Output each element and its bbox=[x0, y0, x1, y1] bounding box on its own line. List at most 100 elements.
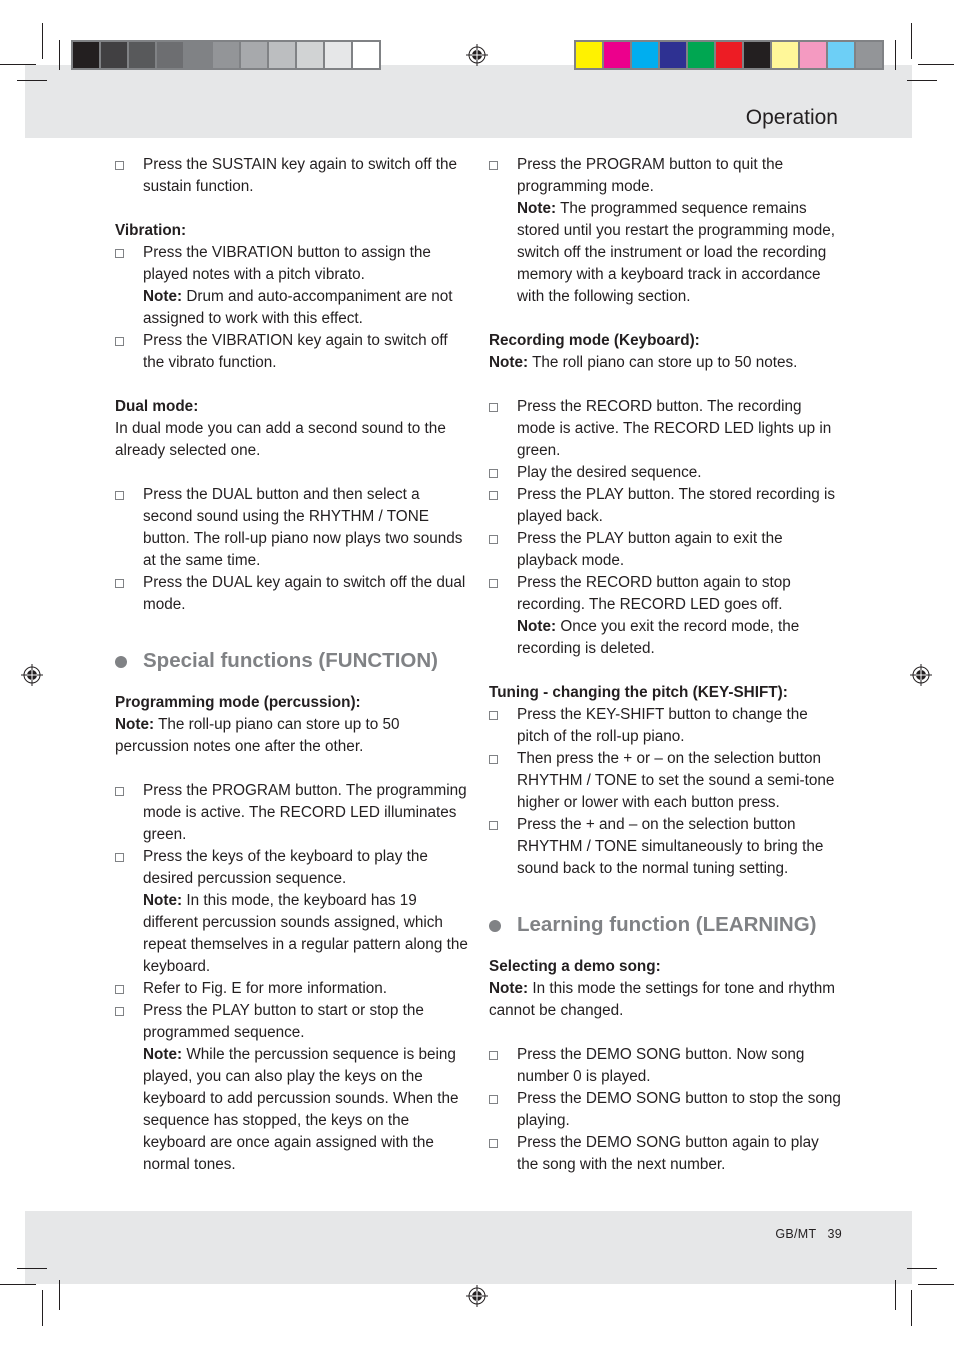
right-column: Press the PROGRAM button to quit the pro… bbox=[489, 154, 844, 1176]
registration-mark-icon bbox=[466, 44, 488, 66]
color-swatch bbox=[800, 42, 826, 68]
color-swatch bbox=[129, 42, 155, 68]
list-item: Play the desired sequence. bbox=[489, 462, 844, 484]
list-item: Press the PLAY button to start or stop t… bbox=[115, 1000, 470, 1176]
color-swatch bbox=[353, 42, 379, 68]
color-swatch bbox=[241, 42, 267, 68]
color-swatch bbox=[73, 42, 99, 68]
subheading-tuning: Tuning - changing the pitch (KEY-SHIFT): bbox=[489, 684, 788, 701]
color-swatch bbox=[744, 42, 770, 68]
checkbox-bullet-icon bbox=[115, 161, 124, 170]
color-swatch bbox=[269, 42, 295, 68]
list-item: Press the DEMO SONG button to stop the s… bbox=[489, 1088, 844, 1132]
list-item: Press the DUAL key again to switch off t… bbox=[115, 572, 470, 616]
crop-mark bbox=[42, 23, 43, 59]
color-swatch bbox=[185, 42, 211, 68]
checkbox-bullet-icon bbox=[115, 337, 124, 346]
registration-mark-icon bbox=[466, 1285, 488, 1307]
color-swatch bbox=[856, 42, 882, 68]
color-swatch bbox=[632, 42, 658, 68]
list-item: Press the PROGRAM button to quit the pro… bbox=[489, 154, 844, 308]
note-paragraph: Note: The roll-up piano can store up to … bbox=[115, 716, 400, 755]
crop-mark bbox=[59, 40, 60, 70]
list-item: Press the PLAY button. The stored record… bbox=[489, 484, 844, 528]
list-item: Press the PROGRAM button. The programmin… bbox=[115, 780, 470, 846]
crop-mark bbox=[17, 80, 47, 81]
list-item: Press the DEMO SONG button again to play… bbox=[489, 1132, 844, 1176]
color-swatch bbox=[157, 42, 183, 68]
crop-mark bbox=[17, 1268, 47, 1269]
crop-mark bbox=[907, 1268, 937, 1269]
registration-mark-icon bbox=[910, 664, 932, 686]
crop-mark bbox=[42, 1290, 43, 1326]
color-swatch bbox=[325, 42, 351, 68]
color-swatch bbox=[213, 42, 239, 68]
dual-intro: In dual mode you can add a second sound … bbox=[115, 420, 446, 459]
checkbox-bullet-icon bbox=[489, 1051, 498, 1060]
checkbox-bullet-icon bbox=[115, 985, 124, 994]
color-swatch bbox=[660, 42, 686, 68]
checkbox-bullet-icon bbox=[489, 579, 498, 588]
crop-mark bbox=[918, 1284, 954, 1285]
checkbox-bullet-icon bbox=[115, 1007, 124, 1016]
section-heading-learning-function: Learning function (LEARNING) bbox=[489, 912, 844, 938]
subheading-vibration: Vibration: bbox=[115, 222, 187, 239]
crop-mark bbox=[911, 1290, 912, 1326]
left-column: Press the SUSTAIN key again to switch of… bbox=[115, 154, 470, 1176]
color-swatch bbox=[604, 42, 630, 68]
checkbox-bullet-icon bbox=[115, 853, 124, 862]
crop-mark bbox=[0, 64, 36, 65]
footer-band bbox=[25, 1211, 912, 1284]
list-item: Press the + and – on the selection butto… bbox=[489, 814, 844, 880]
page-title: Operation bbox=[745, 106, 838, 129]
list-item: Press the DEMO SONG button. Now song num… bbox=[489, 1044, 844, 1088]
subheading-recording-mode: Recording mode (Keyboard): bbox=[489, 332, 700, 349]
checkbox-bullet-icon bbox=[489, 491, 498, 500]
checkbox-bullet-icon bbox=[489, 403, 498, 412]
subheading-dual-mode: Dual mode: bbox=[115, 398, 199, 415]
crop-mark bbox=[911, 23, 912, 59]
color-swatch bbox=[101, 42, 127, 68]
crop-mark bbox=[59, 1280, 60, 1310]
note-paragraph: Note: The roll piano can store up to 50 … bbox=[489, 354, 798, 371]
crop-mark bbox=[918, 64, 954, 65]
color-swatch bbox=[576, 42, 602, 68]
subheading-programming-mode: Programming mode (percussion): bbox=[115, 694, 361, 711]
crop-mark bbox=[907, 80, 937, 81]
list-item: Press the PLAY button again to exit the … bbox=[489, 528, 844, 572]
checkbox-bullet-icon bbox=[115, 491, 124, 500]
list-item: Press the RECORD button. The recording m… bbox=[489, 396, 844, 462]
registration-mark-icon bbox=[21, 664, 43, 686]
checkbox-bullet-icon bbox=[489, 755, 498, 764]
checkbox-bullet-icon bbox=[489, 535, 498, 544]
color-swatch bbox=[688, 42, 714, 68]
note-paragraph: Note: In this mode the settings for tone… bbox=[489, 980, 836, 1019]
checkbox-bullet-icon bbox=[489, 711, 498, 720]
list-item: Press the VIBRATION button to assign the… bbox=[115, 242, 470, 330]
color-swatch bbox=[828, 42, 854, 68]
crop-mark bbox=[895, 1280, 896, 1310]
checkbox-bullet-icon bbox=[489, 161, 498, 170]
process-color-bar bbox=[574, 40, 884, 70]
subheading-demo-song: Selecting a demo song: bbox=[489, 958, 661, 975]
list-item: Press the SUSTAIN key again to switch of… bbox=[115, 154, 470, 198]
list-item: Refer to Fig. E for more information. bbox=[115, 978, 470, 1000]
list-item: Press the VIBRATION key again to switch … bbox=[115, 330, 470, 374]
checkbox-bullet-icon bbox=[489, 469, 498, 478]
checkbox-bullet-icon bbox=[115, 249, 124, 258]
bullet-dot-icon bbox=[489, 920, 501, 932]
list-item: Press the keys of the keyboard to play t… bbox=[115, 846, 470, 978]
color-swatch bbox=[772, 42, 798, 68]
checkbox-bullet-icon bbox=[489, 1095, 498, 1104]
checkbox-bullet-icon bbox=[489, 821, 498, 830]
bullet-dot-icon bbox=[115, 656, 127, 668]
grayscale-color-bar bbox=[71, 40, 381, 70]
crop-mark bbox=[895, 40, 896, 70]
color-swatch bbox=[297, 42, 323, 68]
page-number: GB/MT 39 bbox=[775, 1227, 842, 1241]
list-item: Press the KEY-SHIFT button to change the… bbox=[489, 704, 844, 748]
section-heading-special-functions: Special functions (FUNCTION) bbox=[115, 648, 470, 674]
checkbox-bullet-icon bbox=[115, 787, 124, 796]
checkbox-bullet-icon bbox=[115, 579, 124, 588]
checkbox-bullet-icon bbox=[489, 1139, 498, 1148]
